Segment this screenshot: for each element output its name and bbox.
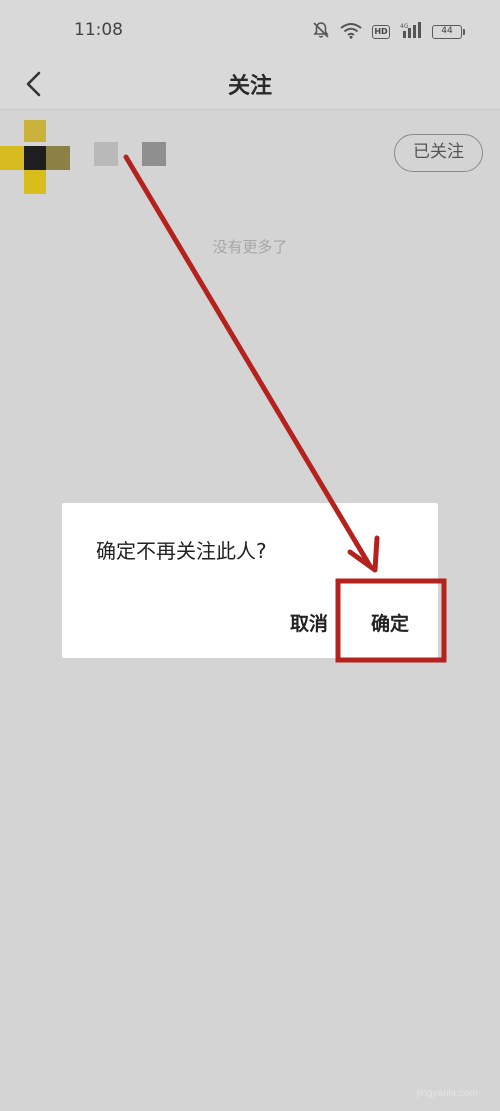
username-pixelated	[94, 142, 166, 166]
list-item[interactable]: 已关注	[0, 112, 500, 194]
page-title: 关注	[227, 74, 272, 99]
cancel-button[interactable]: 取消	[290, 609, 328, 636]
status-icons: HD 4G 44	[312, 21, 465, 43]
hd-icon: HD	[372, 25, 390, 39]
dialog-message: 确定不再关注此人?	[96, 539, 267, 563]
confirm-button[interactable]: 确定	[371, 609, 409, 636]
battery-icon: 44	[432, 25, 465, 39]
list-end-text: 没有更多了	[212, 238, 288, 256]
watermark: jingyanla.com	[416, 1088, 478, 1099]
unfollow-confirm-dialog: 确定不再关注此人? 取消 确定	[62, 503, 438, 658]
status-time: 11:08	[74, 20, 123, 40]
status-bar: 11:08 HD 4G 44	[0, 0, 500, 62]
mute-bell-icon	[312, 21, 330, 43]
following-button[interactable]: 已关注	[394, 134, 483, 172]
nav-bar: 关注	[0, 62, 500, 110]
svg-text:4G: 4G	[400, 23, 409, 30]
signal-icon: 4G	[400, 22, 422, 42]
avatar[interactable]	[0, 120, 72, 194]
wifi-icon	[340, 22, 362, 43]
